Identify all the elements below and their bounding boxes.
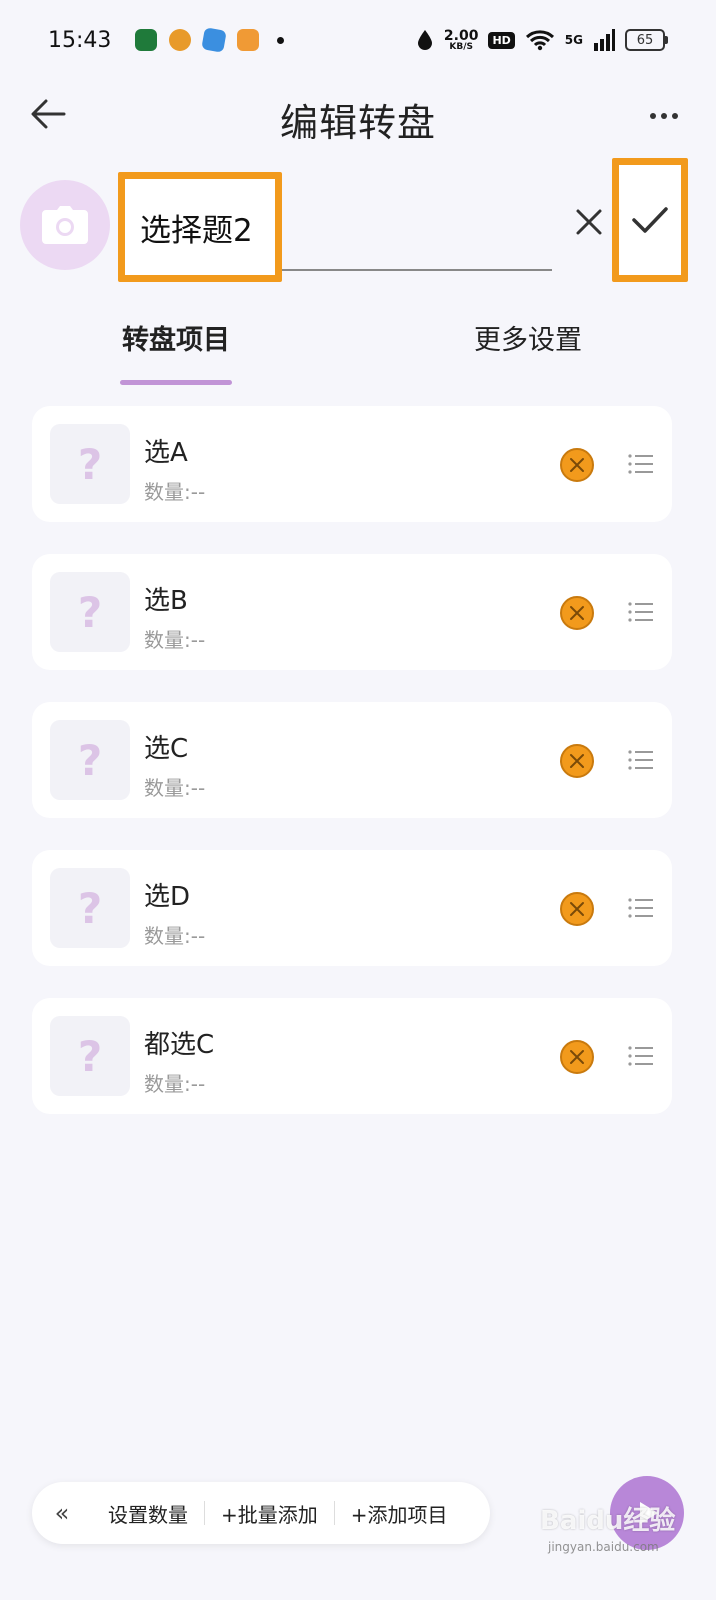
- batch-add-button[interactable]: +批量添加: [205, 1499, 334, 1528]
- delete-item-button[interactable]: [560, 596, 594, 630]
- check-icon: [632, 207, 668, 233]
- status-app-icons: [135, 27, 285, 53]
- battery-level: 65: [625, 29, 665, 51]
- bottom-toolbar: « 设置数量 +批量添加 +添加项目: [32, 1482, 490, 1544]
- more-options-button[interactable]: [642, 94, 686, 138]
- signal-icon: [594, 29, 615, 51]
- close-circle-icon: [570, 458, 584, 472]
- status-time: 15:43: [48, 27, 112, 53]
- list-item[interactable]: ? 都选C 数量:--: [32, 998, 672, 1114]
- item-label: 选B: [144, 586, 188, 616]
- set-quantity-button[interactable]: 设置数量: [92, 1499, 204, 1528]
- item-label: 都选C: [144, 1030, 215, 1060]
- list-item[interactable]: ? 选C 数量:--: [32, 702, 672, 818]
- item-quantity: 数量:--: [144, 924, 206, 948]
- status-bar: 15:43 2.00 KB/S HD 5G 65: [0, 0, 716, 80]
- cover-image-button[interactable]: [20, 180, 110, 270]
- gamepad-app-icon: [237, 29, 260, 51]
- more-dot-icon: [672, 113, 678, 119]
- item-label: 选A: [144, 438, 188, 468]
- active-tab-indicator: [120, 380, 232, 385]
- more-dot-icon: [661, 113, 667, 119]
- tab-bar: 转盘项目 更多设置: [0, 318, 716, 388]
- game-app-icon: [169, 29, 192, 51]
- watermark: Baidu经验: [540, 1506, 676, 1536]
- close-circle-icon: [570, 1050, 584, 1064]
- close-icon: [576, 209, 602, 235]
- close-circle-icon: [570, 902, 584, 916]
- clear-name-button[interactable]: [567, 200, 611, 244]
- drag-handle-icon[interactable]: [628, 748, 654, 772]
- page-title: 编辑转盘: [279, 101, 436, 145]
- input-underline: [282, 269, 552, 271]
- item-thumbnail[interactable]: ?: [50, 572, 130, 652]
- item-label: 选D: [144, 882, 191, 912]
- item-quantity: 数量:--: [144, 480, 206, 504]
- battery-indicator: 65: [625, 29, 668, 51]
- item-label: 选C: [144, 734, 189, 764]
- item-quantity: 数量:--: [144, 628, 206, 652]
- tab-more-settings[interactable]: 更多设置: [474, 318, 582, 357]
- close-circle-icon: [570, 754, 584, 768]
- watermark-url: jingyan.baidu.com: [548, 1540, 659, 1554]
- list-item[interactable]: ? 选A 数量:--: [32, 406, 672, 522]
- feather-app-icon: [201, 27, 228, 53]
- data-saver-icon: [417, 30, 432, 50]
- drag-handle-icon[interactable]: [628, 452, 654, 476]
- list-item[interactable]: ? 选D 数量:--: [32, 850, 672, 966]
- delete-item-button[interactable]: [560, 744, 594, 778]
- more-notifications-dot: [277, 36, 285, 44]
- tab-wheel-items[interactable]: 转盘项目: [122, 318, 230, 357]
- hd-badge: HD: [488, 31, 515, 49]
- title-bar: 编辑转盘: [0, 80, 716, 152]
- status-indicators: 2.00 KB/S HD 5G 65: [416, 29, 668, 52]
- drag-handle-icon[interactable]: [628, 1044, 654, 1068]
- network-type: 5G: [564, 33, 583, 47]
- confirm-button[interactable]: [612, 158, 688, 282]
- add-item-button[interactable]: +添加项目: [335, 1499, 464, 1528]
- wheel-name-input[interactable]: [132, 186, 268, 268]
- drag-handle-icon[interactable]: [628, 896, 654, 920]
- oppo-app-icon: [135, 29, 158, 51]
- close-circle-icon: [570, 606, 584, 620]
- collapse-toolbar-button[interactable]: «: [32, 1499, 92, 1527]
- item-thumbnail[interactable]: ?: [50, 1016, 130, 1096]
- delete-item-button[interactable]: [560, 448, 594, 482]
- battery-tip: [665, 36, 668, 44]
- item-quantity: 数量:--: [144, 776, 206, 800]
- delete-item-button[interactable]: [560, 892, 594, 926]
- network-speed: 2.00 KB/S: [443, 27, 479, 52]
- item-list: ? 选A 数量:-- ? 选B 数量:-- ? 选C 数量:-- ? 选D 数量…: [32, 406, 672, 1146]
- camera-icon: [42, 206, 88, 244]
- item-thumbnail[interactable]: ?: [50, 720, 130, 800]
- item-thumbnail[interactable]: ?: [50, 424, 130, 504]
- wifi-icon: [525, 30, 554, 51]
- drag-handle-icon[interactable]: [628, 600, 654, 624]
- item-quantity: 数量:--: [144, 1072, 206, 1096]
- delete-item-button[interactable]: [560, 1040, 594, 1074]
- more-dot-icon: [650, 113, 656, 119]
- item-thumbnail[interactable]: ?: [50, 868, 130, 948]
- list-item[interactable]: ? 选B 数量:--: [32, 554, 672, 670]
